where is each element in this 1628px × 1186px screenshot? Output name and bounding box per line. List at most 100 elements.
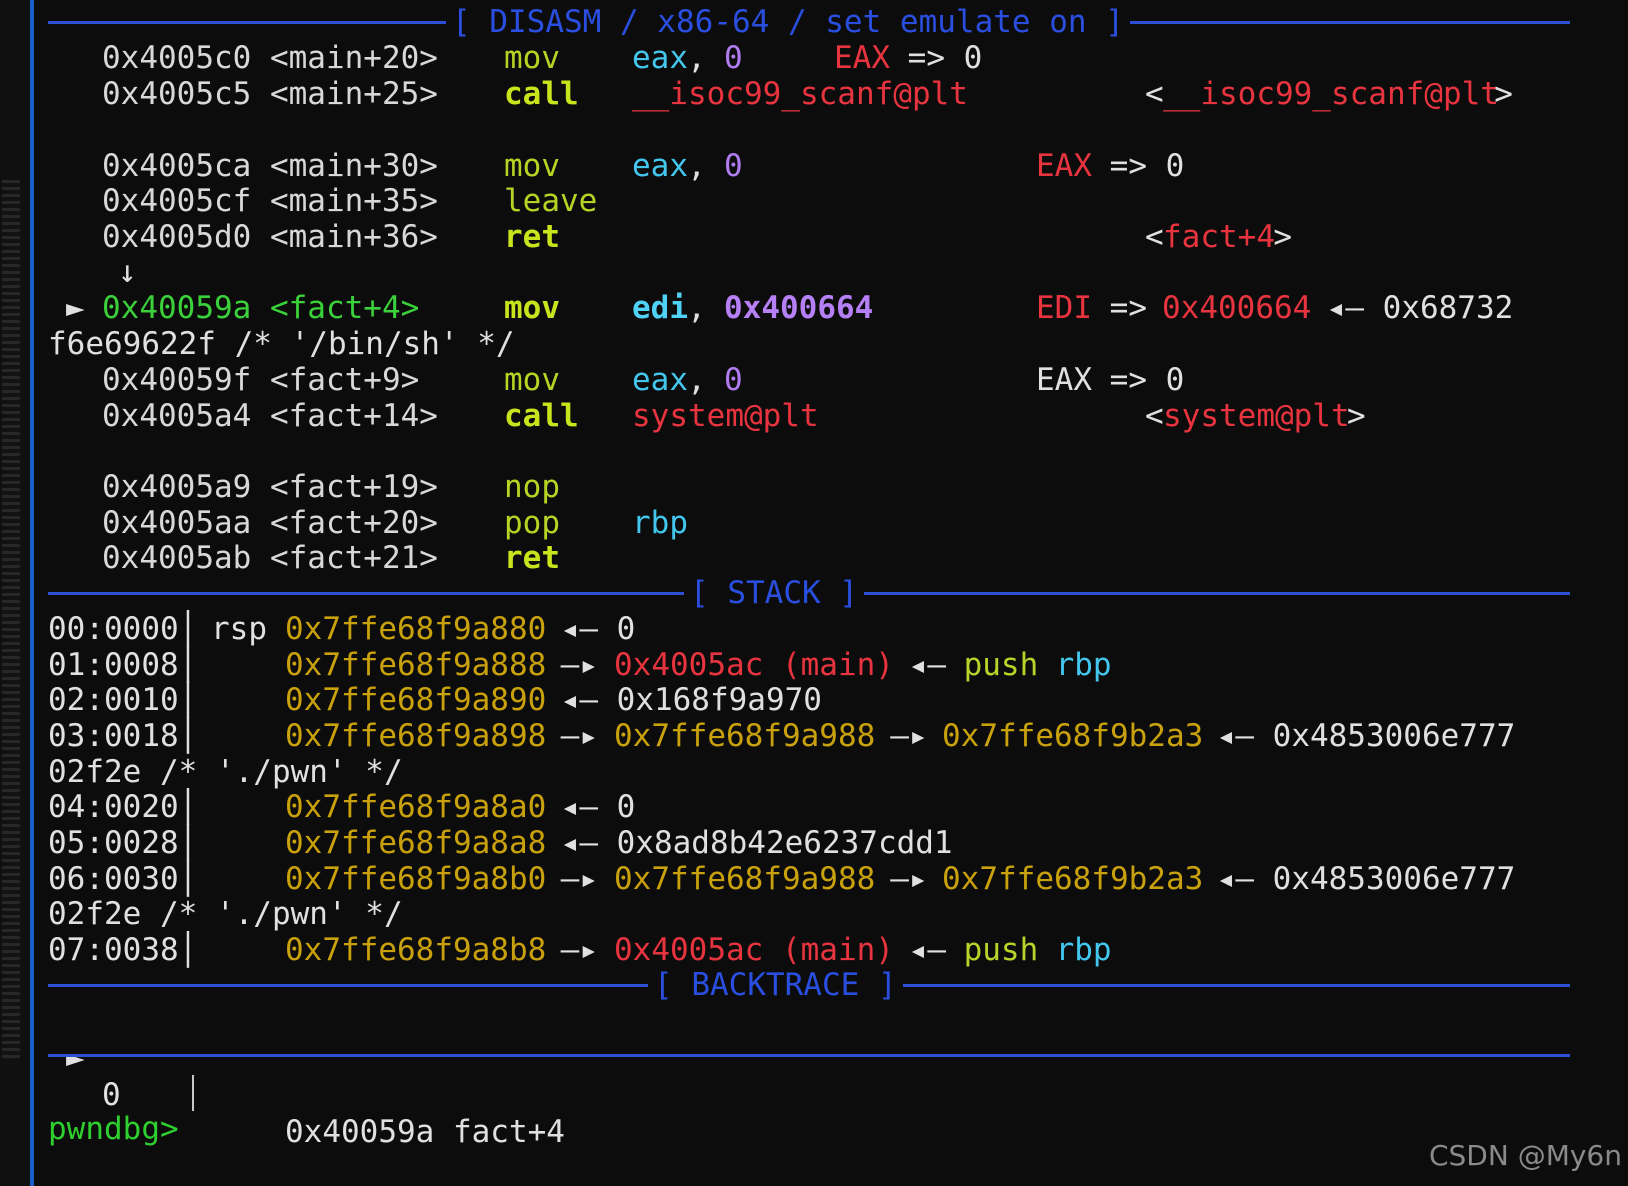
call-target: system@plt — [632, 398, 819, 434]
operand-comma: , — [687, 290, 706, 326]
mnemonic: ret — [504, 540, 560, 576]
stack-value: ◂— 0 — [542, 611, 636, 647]
stack-value: ◂— 0 — [542, 789, 636, 825]
backtrace-row: ► 0 0x40059a fact+4 — [0, 1003, 565, 1150]
wrapped-comment: 02f2e /* './pwn' */ — [48, 754, 403, 790]
operand-register: rbp — [632, 505, 688, 541]
pointer-arrow: ◂— — [890, 647, 965, 683]
operand-immediate: 0 — [724, 362, 743, 398]
instruction-address: 0x40059a <fact+4> — [102, 290, 420, 326]
mnemonic: ret — [504, 219, 560, 255]
stack-address: 0x7ffe68f9a890 — [285, 682, 547, 718]
gutter-artifact — [2, 180, 20, 1060]
pointer-value: ◂— 0x4853006e777 — [1198, 718, 1516, 754]
instruction-address: 0x4005d0 <main+36> — [102, 219, 438, 255]
stack-address: 0x7ffe68f9a8a0 — [285, 789, 547, 825]
operand-immediate: 0x400664 — [724, 290, 874, 326]
symbol-bracket-open: < — [1145, 76, 1164, 112]
emulated-value: => 0 — [1091, 362, 1185, 398]
stack-address: 0x7ffe68f9a888 — [285, 647, 547, 683]
pointer-target: 0x7ffe68f9b2a3 — [942, 718, 1204, 754]
mnemonic: pop — [504, 505, 560, 541]
frame-index: 0 — [102, 1077, 121, 1113]
stack-address: 0x7ffe68f9a880 — [285, 611, 547, 647]
emulated-register: EDI — [1036, 290, 1092, 326]
instruction-address: 0x4005a9 <fact+19> — [102, 469, 438, 505]
pointer-arrow: —▸ — [871, 718, 947, 754]
mnemonic: leave — [504, 183, 598, 219]
instruction-mnemonic: push — [963, 932, 1039, 968]
pwndbg-prompt: pwndbg> — [48, 1111, 179, 1147]
pointer-value: ◂— 0x4853006e777 — [1198, 861, 1516, 897]
call-target: __isoc99_scanf@plt — [632, 76, 968, 112]
mnemonic: nop — [504, 469, 560, 505]
current-instruction-marker-icon: ► — [66, 290, 85, 326]
symbol-name: __isoc99_scanf@plt — [1163, 76, 1499, 112]
symbol-name: fact+4 — [1163, 219, 1275, 255]
backtrace-header: [ BACKTRACE ] — [648, 967, 903, 1004]
emulated-pointer: 0x400664 — [1162, 290, 1312, 326]
operand-register: edi — [632, 290, 688, 326]
stack-offset: 03:0018│ — [48, 718, 198, 754]
stack-offset: 05:0028│ — [48, 825, 198, 861]
operand-immediate: 0 — [724, 148, 743, 184]
command-line[interactable]: pwndbg> — [0, 1074, 194, 1147]
prompt-separator — [48, 1054, 1570, 1057]
mnemonic: call — [504, 76, 579, 112]
symbol-bracket-close: > — [1494, 76, 1513, 112]
emulated-value: => 0 — [1091, 148, 1185, 184]
stack-offset: 02:0010│ — [48, 682, 198, 718]
stack-offset: 00:0000│ — [48, 611, 198, 647]
mnemonic: mov — [504, 40, 560, 76]
text-cursor[interactable] — [192, 1075, 194, 1111]
instruction-address: 0x4005ca <main+30> — [102, 148, 438, 184]
operand-register: eax — [632, 362, 688, 398]
pointer-target: 0x7ffe68f9a988 — [614, 861, 876, 897]
stack-offset: 01:0008│ — [48, 647, 198, 683]
stack-register-label: rsp — [211, 611, 267, 647]
mnemonic: mov — [504, 148, 560, 184]
stack-header: [ STACK ] — [684, 575, 864, 612]
operand-register: eax — [632, 40, 688, 76]
watermark: CSDN @My6n — [1428, 1139, 1622, 1172]
stack-offset: 07:0038│ — [48, 932, 198, 968]
instruction-address: 0x4005cf <main+35> — [102, 183, 438, 219]
instruction-address: 0x4005a4 <fact+14> — [102, 398, 438, 434]
symbol-bracket-open: < — [1145, 219, 1164, 255]
pointer-arrow: —▸ — [542, 647, 617, 683]
pointer-arrow: —▸ — [542, 932, 617, 968]
emulated-deref: ◂— 0x68732 — [1308, 290, 1514, 326]
pointer-target: 0x4005ac (main) — [614, 647, 894, 683]
emulated-register: EAX — [834, 40, 890, 76]
instruction-mnemonic: push — [963, 647, 1039, 683]
instruction-address: 0x4005c5 <main+25> — [102, 76, 438, 112]
disasm-header: [ DISASM / x86-64 / set emulate on ] — [446, 4, 1130, 41]
symbol-bracket-open: < — [1145, 398, 1164, 434]
down-arrow-icon: ↓ — [118, 254, 137, 290]
stack-value: ◂— 0x8ad8b42e6237cdd1 — [542, 825, 953, 861]
operand-register: eax — [632, 148, 688, 184]
instruction-address: 0x4005ab <fact+21> — [102, 540, 438, 576]
pointer-arrow: ◂— — [890, 932, 965, 968]
pointer-arrow: —▸ — [542, 861, 617, 897]
pointer-target: 0x7ffe68f9b2a3 — [942, 861, 1204, 897]
operand-comma: , — [687, 40, 706, 76]
pointer-target: 0x4005ac (main) — [614, 932, 894, 968]
stack-value: ◂— 0x168f9a970 — [542, 682, 822, 718]
current-frame-marker-icon: ► — [66, 1040, 85, 1076]
frame-address: 0x40059a fact+4 — [285, 1114, 565, 1150]
emulated-register: EAX — [1036, 148, 1092, 184]
pointer-arrow: —▸ — [542, 718, 617, 754]
symbol-bracket-close: > — [1273, 219, 1293, 255]
mnemonic: call — [504, 398, 579, 434]
symbol-bracket-close: > — [1347, 398, 1366, 434]
stack-address: 0x7ffe68f9a898 — [285, 718, 547, 754]
emulated-value: => 0 — [889, 40, 983, 76]
stack-offset: 04:0020│ — [48, 789, 198, 825]
mnemonic: mov — [504, 290, 560, 326]
pointer-arrow: —▸ — [871, 861, 947, 897]
instruction-address: 0x4005aa <fact+20> — [102, 505, 438, 541]
operand-immediate: 0 — [724, 40, 743, 76]
operand-comma: , — [687, 362, 706, 398]
instruction-address: 0x4005c0 <main+20> — [102, 40, 438, 76]
